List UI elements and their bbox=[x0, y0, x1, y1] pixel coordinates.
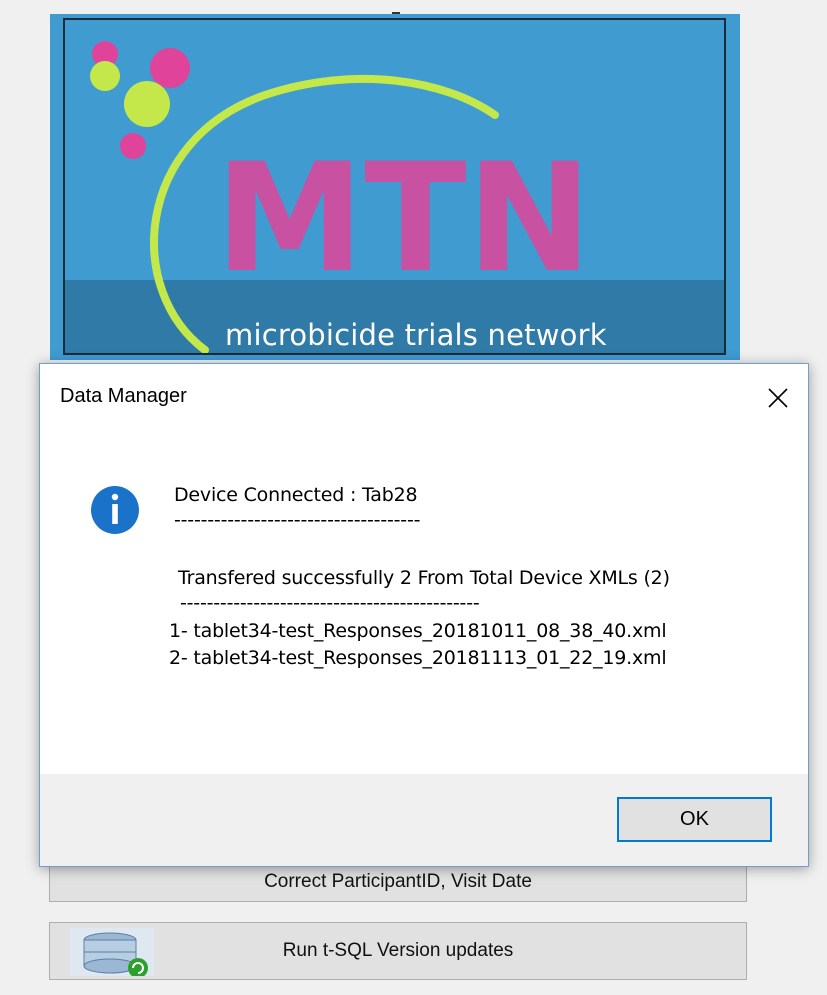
device-connected-text: Device Connected : Tab28 bbox=[174, 484, 418, 506]
run-tsql-button[interactable]: Run t-SQL Version updates bbox=[49, 922, 747, 980]
data-manager-dialog: Data Manager Device Connected : Tab28 --… bbox=[39, 363, 809, 867]
correct-participant-label: Correct ParticipantID, Visit Date bbox=[264, 871, 532, 892]
close-icon[interactable] bbox=[758, 378, 798, 418]
transferred-file-item: 1- tablet34-test_Responses_20181011_08_3… bbox=[169, 620, 667, 642]
ok-button[interactable]: OK bbox=[617, 797, 772, 842]
database-update-icon bbox=[70, 928, 154, 976]
banner-tagline: microbicide trials network bbox=[225, 318, 607, 352]
ok-label: OK bbox=[680, 808, 709, 830]
dialog-title: Data Manager bbox=[60, 385, 187, 407]
transferred-file-item: 2- tablet34-test_Responses_20181113_01_2… bbox=[169, 647, 667, 669]
run-tsql-label: Run t-SQL Version updates bbox=[282, 940, 514, 961]
correct-participant-button[interactable]: Correct ParticipantID, Visit Date bbox=[49, 862, 747, 902]
logo-text: MTN bbox=[215, 132, 592, 306]
separator-line: ------------------------------------- bbox=[174, 509, 421, 531]
mtn-banner: MTN microbicide trials network bbox=[50, 14, 740, 360]
mtn-logo: MTN bbox=[90, 41, 592, 353]
info-icon bbox=[91, 486, 139, 534]
mtn-logo-frame: MTN microbicide trials network bbox=[63, 18, 726, 355]
separator-line: ----------------------------------------… bbox=[180, 592, 480, 614]
transfer-summary-text: Transfered successfully 2 From Total Dev… bbox=[178, 567, 670, 589]
